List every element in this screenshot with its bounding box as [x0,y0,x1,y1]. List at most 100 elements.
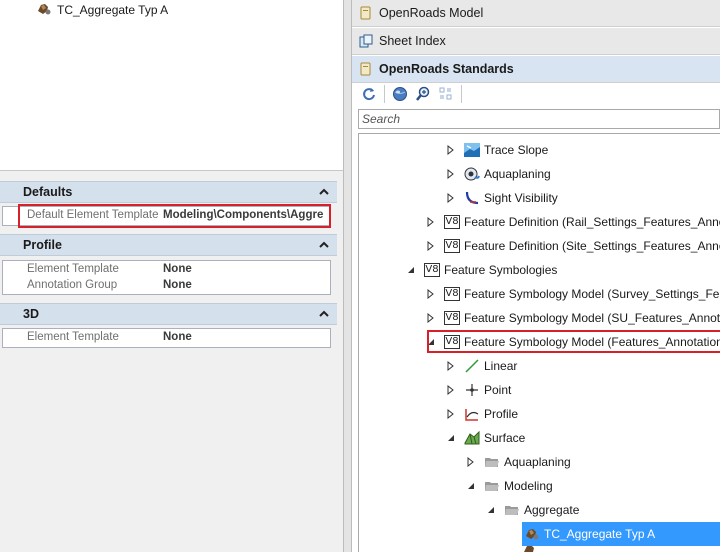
property-label: Annotation Group [27,279,118,291]
chevron-up-icon[interactable] [318,186,330,198]
tree-item-sight-visibility[interactable]: Sight Visibility [446,186,558,210]
surface-icon [464,430,480,446]
property-row[interactable]: Element Template None [3,330,330,346]
expand-arrow-icon[interactable] [426,217,436,227]
expanded-arrow-icon[interactable] [406,265,416,275]
tree-item-label: Feature Symbology Model (SU_Features_Ann… [464,311,720,325]
tree-item-symbology-model-su[interactable]: V8 Feature Symbology Model (SU_Features_… [426,306,720,330]
expand-arrow-icon[interactable] [446,385,456,395]
tree-item-aquaplaning[interactable]: Aquaplaning [446,162,551,186]
properties-panel: Defaults Default Element Template Modeli… [0,171,343,552]
property-value: None [163,279,192,291]
tab-openroads-standards[interactable]: OpenRoads Standards [352,56,720,83]
tab-label: OpenRoads Standards [379,62,514,76]
tree-item-label: Trace Slope [484,143,549,157]
tree-item-symbology-model-survey[interactable]: V8 Feature Symbology Model (Survey_Setti… [426,282,720,306]
expand-arrow-icon[interactable] [426,289,436,299]
sheet-index-icon [359,34,373,51]
tree-item-trace-slope[interactable]: Trace Slope [446,138,548,162]
expanded-arrow-icon[interactable] [446,433,456,443]
grid-icon[interactable] [436,84,456,104]
section-header-defaults[interactable]: Defaults [0,181,337,203]
aggregate-icon [524,526,540,542]
section-title: 3D [23,307,39,321]
tree-item-aquaplaning-folder[interactable]: Aquaplaning [466,450,571,474]
globe-icon[interactable] [390,84,410,104]
tab-label: OpenRoads Model [379,6,484,20]
expanded-arrow-icon[interactable] [466,481,476,491]
tree-item-point[interactable]: Point [446,378,511,402]
tree-item-linear[interactable]: Linear [446,354,517,378]
standards-tree: Trace Slope Aquaplaning Sight Visibility… [358,133,720,552]
tree-item-partial [522,546,542,552]
tree-item-label: Aggregate [524,503,580,517]
dgn-file-icon [359,6,372,23]
chevron-up-icon[interactable] [318,308,330,320]
property-row[interactable]: Element Template None [3,262,330,278]
tree-item-tc-aggregate-selected[interactable]: TC_Aggregate Typ A [522,522,720,546]
expand-arrow-icon[interactable] [426,241,436,251]
search-input[interactable] [358,109,720,129]
properties-box-3d: Element Template None [2,328,331,348]
highlight-box [18,204,331,228]
profile-icon [464,406,480,422]
expand-arrow-icon[interactable] [446,361,456,371]
linear-icon [464,358,480,374]
toolbar-separator [461,84,462,103]
v8-icon: V8 [444,311,460,325]
section-title: Defaults [23,185,73,199]
expand-arrow-icon[interactable] [446,193,456,203]
section-header-profile[interactable]: Profile [0,234,337,256]
property-label: Element Template [27,331,119,343]
tree-item-label: Feature Definition (Site_Settings_Featur… [464,239,720,253]
trace-slope-icon [464,142,480,158]
zoom-icon[interactable] [413,84,433,104]
aquaplaning-icon [464,166,480,182]
toolbar-separator [384,84,385,103]
tree-item-label: Surface [484,431,526,445]
tree-item-feature-definition-site[interactable]: V8 Feature Definition (Site_Settings_Fea… [426,234,720,258]
tree-item-label: Point [484,383,512,397]
refresh-icon[interactable] [359,84,379,104]
section-title: Profile [23,238,62,252]
tree-item-label: TC_Aggregate Typ A [544,527,656,541]
expand-arrow-icon[interactable] [446,145,456,155]
tree-item-tc-aggregate[interactable]: TC_Aggregate Typ A [36,1,168,19]
tree-item-label: Feature Symbology Model (Survey_Settings… [464,287,720,301]
tree-item-profile[interactable]: Profile [446,402,518,426]
tree-item-feature-definition-rail[interactable]: V8 Feature Definition (Rail_Settings_Fea… [426,210,720,234]
tree-item-surface[interactable]: Surface [446,426,525,450]
tab-openroads-model[interactable]: OpenRoads Model [352,0,720,27]
property-row[interactable]: Annotation Group None [3,278,330,294]
chevron-up-icon[interactable] [318,239,330,251]
expand-arrow-icon[interactable] [446,409,456,419]
folder-icon [484,478,500,494]
expanded-arrow-icon[interactable] [486,505,496,515]
dgn-file-icon [359,62,372,79]
pane-splitter[interactable] [343,0,352,552]
properties-box-profile: Element Template None Annotation Group N… [2,260,331,295]
v8-icon: V8 [444,287,460,301]
tree-item-aggregate-folder[interactable]: Aggregate [486,498,579,522]
aggregate-icon [522,546,538,552]
left-pane: TC_Aggregate Typ A Defaults Default Elem… [0,0,343,552]
point-icon [464,382,480,398]
tree-item-label: Profile [484,407,519,421]
tree-item-label: Linear [484,359,518,373]
folder-icon [504,502,520,518]
tree-item-label: Sight Visibility [484,191,558,205]
expand-arrow-icon[interactable] [466,457,476,467]
tab-sheet-index[interactable]: Sheet Index [352,28,720,55]
aggregate-icon [36,2,52,19]
tree-item-feature-symbologies[interactable]: V8 Feature Symbologies [406,258,557,282]
tree-item-modeling-folder[interactable]: Modeling [466,474,553,498]
tree-item-label: Modeling [504,479,553,493]
expand-arrow-icon[interactable] [446,169,456,179]
expand-arrow-icon[interactable] [426,313,436,323]
v8-icon: V8 [424,263,440,277]
v8-icon: V8 [444,215,460,229]
property-value: None [163,331,192,343]
v8-icon: V8 [444,239,460,253]
sight-visibility-icon [464,190,480,206]
section-header-3d[interactable]: 3D [0,303,337,325]
